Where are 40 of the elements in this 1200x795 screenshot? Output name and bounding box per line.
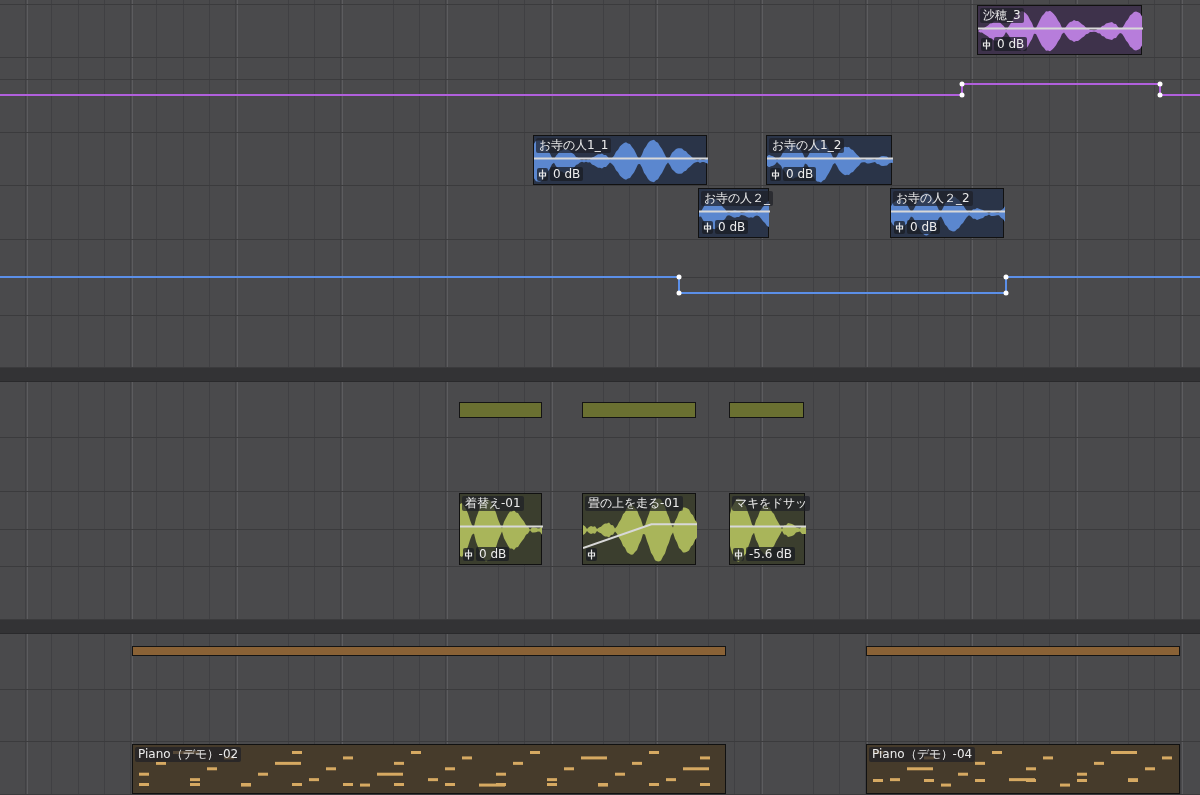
audio-region[interactable]: 沙穂_3 0 dB: [977, 5, 1142, 55]
audio-region[interactable]: 畳の上を走る-01: [582, 493, 696, 565]
gain-readout: 0 dB: [476, 547, 510, 561]
fader-icon[interactable]: [770, 167, 781, 181]
gain-readout: 0 dB: [783, 167, 817, 181]
fader-icon[interactable]: [586, 548, 597, 561]
midi-region[interactable]: [866, 646, 1180, 656]
region-name: お寺の人２_2: [893, 191, 973, 206]
region-name: 沙穂_3: [980, 8, 1024, 23]
midi-region[interactable]: Piano（デモ）-02: [132, 744, 726, 794]
region-name: お寺の人1_2: [769, 138, 845, 153]
midi-region[interactable]: [582, 402, 696, 418]
region-name: 畳の上を走る-01: [585, 496, 683, 511]
gain-readout: 0 dB: [907, 220, 941, 234]
fader-icon[interactable]: [981, 37, 992, 51]
fader-icon[interactable]: [463, 547, 474, 561]
midi-region[interactable]: [459, 402, 542, 418]
midi-region[interactable]: [729, 402, 804, 418]
fader-icon[interactable]: [733, 547, 744, 561]
audio-region[interactable]: お寺の人1_1 0 dB: [533, 135, 707, 185]
automation-line[interactable]: [0, 274, 1200, 296]
region-name: Piano（デモ）-02: [135, 747, 242, 762]
region-name: お寺の人1_1: [536, 138, 612, 153]
midi-region[interactable]: Piano（デモ）-04: [866, 744, 1180, 794]
region-name: 着替え-01: [462, 496, 524, 511]
region-name: Piano（デモ）-04: [869, 747, 976, 762]
gain-readout: -5.6 dB: [746, 547, 796, 561]
fader-icon[interactable]: [894, 220, 905, 234]
midi-region[interactable]: [132, 646, 726, 656]
gain-readout: 0 dB: [715, 220, 749, 234]
audio-region[interactable]: 着替え-01 0 dB: [459, 493, 542, 565]
gain-readout: 0 dB: [550, 167, 584, 181]
automation-line[interactable]: [0, 81, 1200, 98]
fader-icon[interactable]: [702, 220, 713, 234]
fader-icon[interactable]: [537, 167, 548, 181]
region-name: マキをドサッ: [732, 496, 810, 511]
audio-region[interactable]: お寺の人1_2 0 dB: [766, 135, 892, 185]
gain-readout: 0 dB: [994, 37, 1028, 51]
region-name: お寺の人２_: [701, 191, 773, 206]
audio-region[interactable]: お寺の人２_2 0 dB: [890, 188, 1004, 238]
